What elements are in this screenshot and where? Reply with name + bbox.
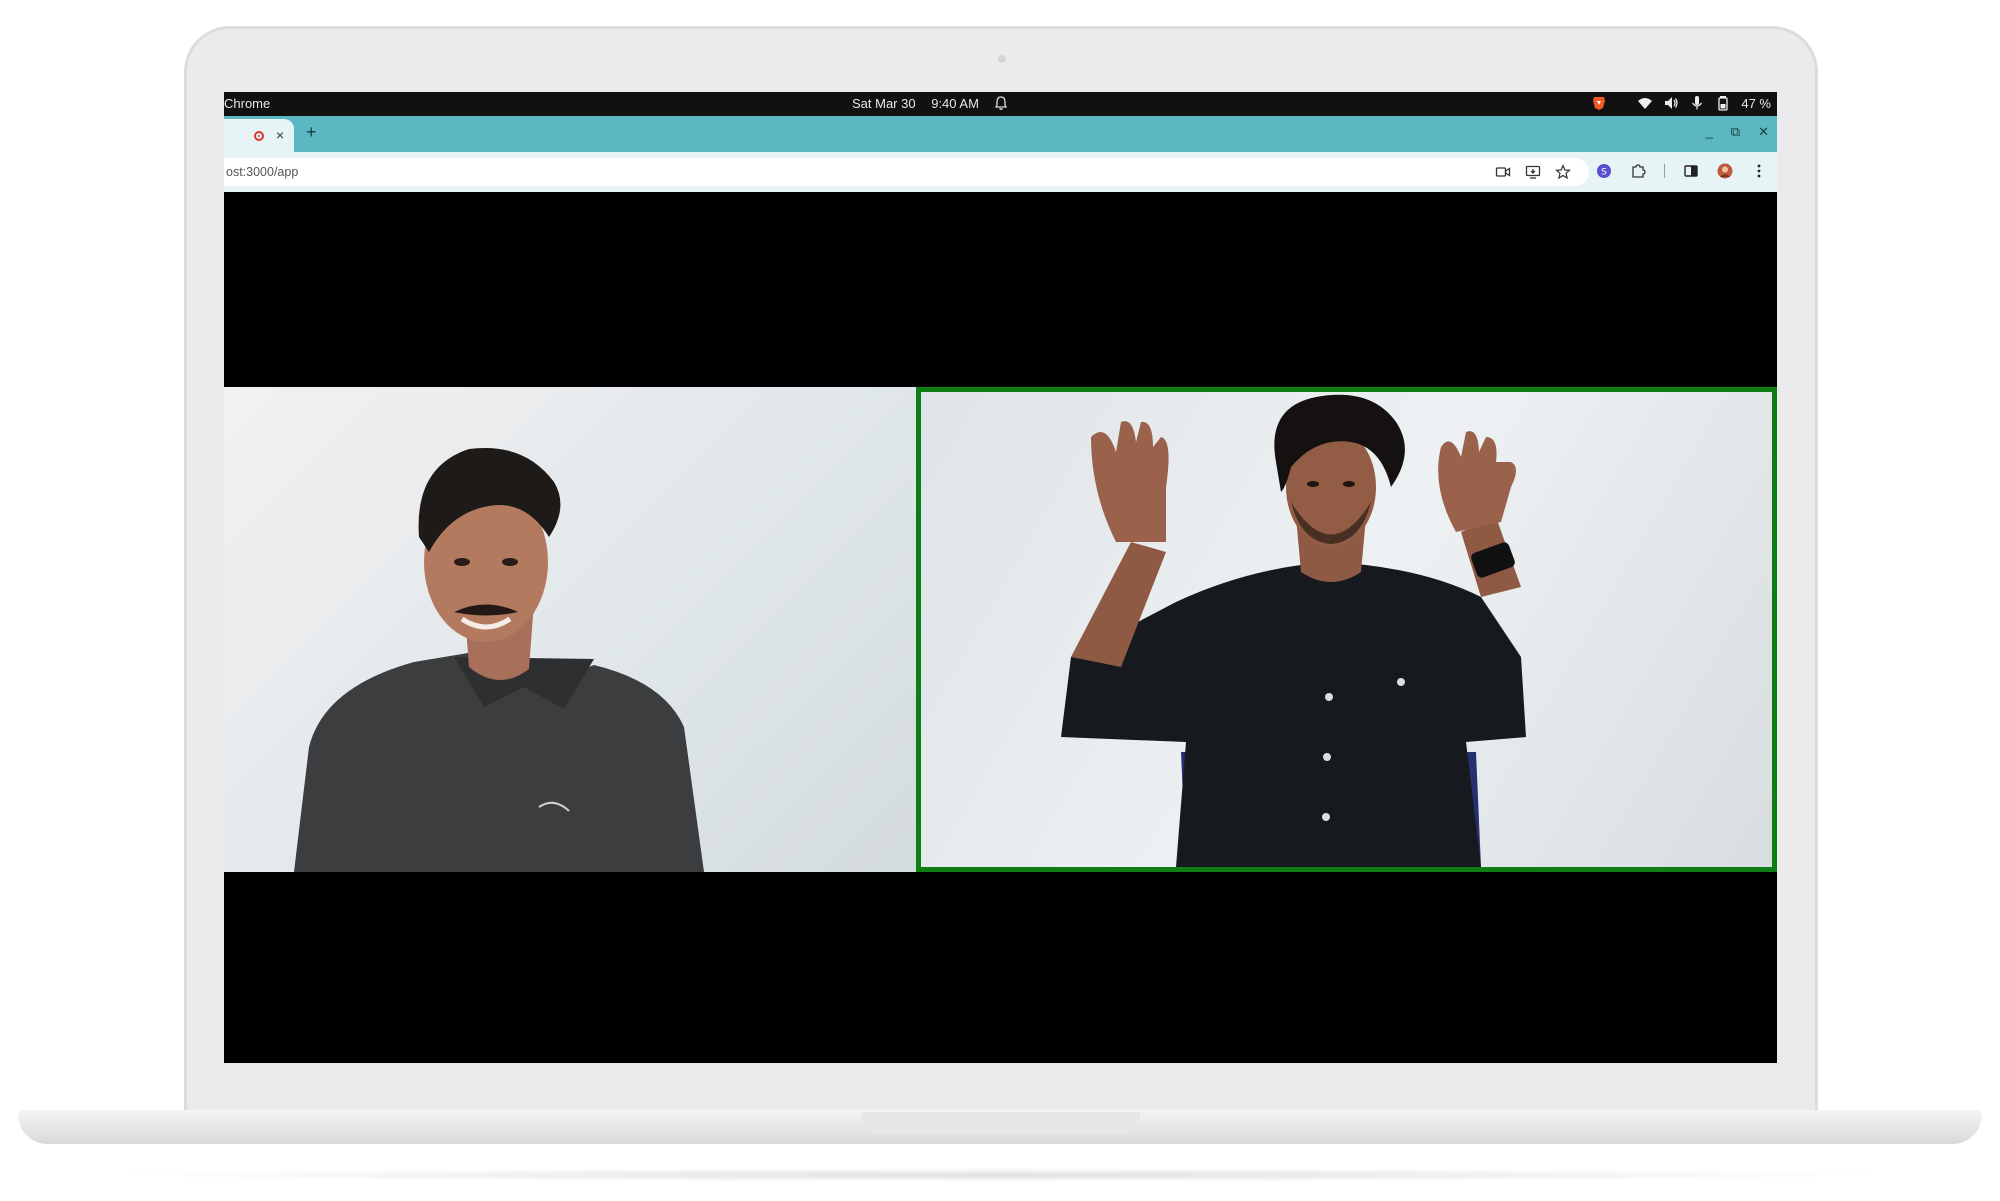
battery-icon[interactable] — [1715, 95, 1731, 111]
system-clock[interactable]: Sat Mar 30 9:40 AM — [852, 96, 991, 111]
laptop-mockup: Chrome Sat Mar 30 9:40 AM 47 % × + _ ⧉ ✕… — [0, 0, 2000, 1201]
page-content — [224, 192, 1777, 1063]
clock-date: Sat Mar 30 — [852, 96, 916, 111]
webcam-dot — [998, 55, 1006, 63]
volume-icon[interactable] — [1663, 95, 1679, 111]
url-text[interactable]: ost:3000/app — [226, 165, 298, 179]
participant-video-left — [294, 447, 704, 872]
address-bar[interactable]: ost:3000/app — [224, 158, 1589, 186]
toolbar-divider — [1664, 164, 1665, 178]
puzzle-icon[interactable] — [1630, 163, 1646, 179]
new-tab-button[interactable]: + — [306, 122, 317, 143]
active-app-name[interactable]: Chrome — [224, 96, 270, 111]
clock-time: 9:40 AM — [931, 96, 979, 111]
browser-tab-active[interactable]: × — [224, 119, 294, 152]
toolbar-icons: S — [1596, 163, 1767, 179]
battery-percentage: 47 % — [1741, 95, 1771, 111]
browser-toolbar: ost:3000/app S — [224, 152, 1777, 192]
star-icon[interactable] — [1555, 164, 1571, 180]
camera-icon[interactable] — [1495, 164, 1511, 180]
bell-icon[interactable] — [994, 95, 1008, 111]
restore-icon[interactable]: ⧉ — [1731, 124, 1740, 140]
system-top-bar: Chrome Sat Mar 30 9:40 AM 47 % — [224, 92, 1777, 116]
screen: Chrome Sat Mar 30 9:40 AM 47 % × + _ ⧉ ✕… — [224, 92, 1777, 1063]
video-tile-right-active[interactable] — [916, 387, 1777, 872]
tab-close-button[interactable]: × — [276, 127, 284, 143]
address-bar-icons — [1495, 164, 1571, 180]
kebab-menu-icon[interactable] — [1751, 163, 1767, 179]
window-controls: _ ⧉ ✕ — [1706, 124, 1769, 140]
cast-icon[interactable] — [1525, 164, 1541, 180]
svg-text:S: S — [1601, 168, 1607, 178]
recording-icon — [254, 131, 264, 141]
browser-tab-strip: × + _ ⧉ ✕ — [224, 116, 1777, 152]
system-tray[interactable]: 47 % — [1591, 95, 1771, 111]
brave-icon[interactable] — [1591, 95, 1607, 111]
mic-icon[interactable] — [1689, 95, 1705, 111]
wifi-icon[interactable] — [1637, 95, 1653, 111]
close-icon[interactable]: ✕ — [1758, 124, 1769, 140]
profile-avatar[interactable] — [1717, 163, 1733, 179]
extension-s-icon[interactable]: S — [1596, 163, 1612, 179]
participant-video-right — [1061, 394, 1526, 867]
laptop-shadow — [100, 1168, 1900, 1182]
video-tile-left[interactable] — [224, 387, 916, 872]
laptop-notch — [862, 1112, 1140, 1134]
minimize-icon[interactable]: _ — [1706, 124, 1713, 140]
sidepanel-icon[interactable] — [1683, 163, 1699, 179]
